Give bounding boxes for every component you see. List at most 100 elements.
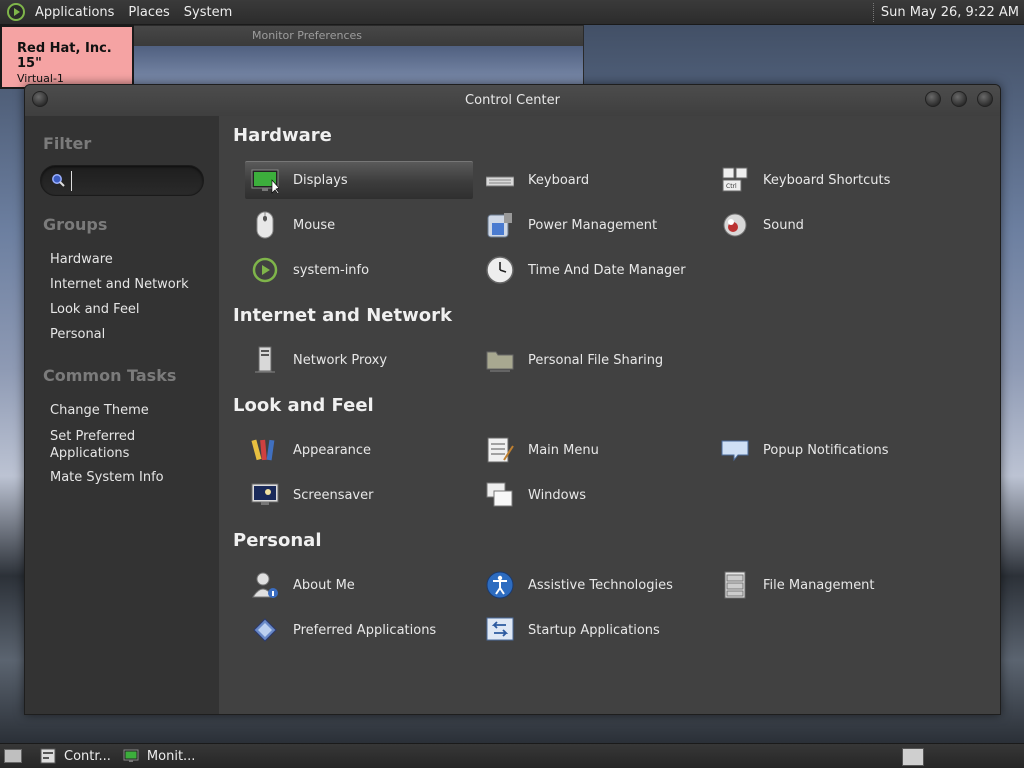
common-tasks-heading: Common Tasks [43,366,177,385]
launcher-about-me[interactable]: About Me [245,566,473,604]
control-center-icon [40,748,56,764]
monitor-label[interactable]: Red Hat, Inc. 15" Virtual-1 [0,25,134,89]
panel-separator [872,2,875,22]
launcher-label: Assistive Technologies [528,577,673,593]
window-title: Control Center [465,93,560,108]
group-hardware-link[interactable]: Hardware [50,252,113,267]
network-proxy-icon [251,346,279,374]
launcher-label: Time And Date Manager [528,262,686,278]
launcher-label: Popup Notifications [763,442,889,458]
display-icon [123,749,139,762]
close-button[interactable] [977,91,993,107]
group-internet-network-link[interactable]: Internet and Network [50,277,189,292]
bottom-panel: Contr... Monit... [0,743,1024,768]
launcher-popup-notifications[interactable]: Popup Notifications [715,431,943,469]
launcher-preferred-applications[interactable]: Preferred Applications [245,611,473,649]
launcher-startup-applications[interactable]: Startup Applications [480,611,708,649]
keyboard-icon [486,166,514,194]
keyboard-shortcuts-icon: Ctrl [721,166,749,194]
launcher-keyboard-shortcuts[interactable]: Ctrl Keyboard Shortcuts [715,161,943,199]
taskbar-label: Contr... [64,748,111,764]
group-look-feel-link[interactable]: Look and Feel [50,302,140,317]
maximize-button[interactable] [951,91,967,107]
launcher-power-management[interactable]: Power Management [480,206,708,244]
launcher-label: Keyboard Shortcuts [763,172,891,188]
launcher-screensaver[interactable]: Screensaver [245,476,473,514]
launcher-label: Startup Applications [528,622,660,638]
launcher-main-menu[interactable]: Main Menu [480,431,708,469]
search-icon [52,174,65,187]
launcher-label: About Me [293,577,355,593]
workspace-switcher-icon[interactable] [902,748,924,766]
mouse-icon [251,211,279,239]
launcher-mouse[interactable]: Mouse [245,206,473,244]
launcher-time-date[interactable]: Time And Date Manager [480,251,708,289]
change-theme-link[interactable]: Change Theme [50,403,149,418]
launcher-sound[interactable]: Sound [715,206,943,244]
monitor-name: Red Hat, Inc. 15" [17,41,112,71]
launcher-keyboard[interactable]: Keyboard [480,161,708,199]
about-me-icon [251,571,279,599]
launcher-label: File Management [763,577,875,593]
control-center-window: Control Center Filter Groups Hardware In… [24,84,1001,715]
main-menu-icon [486,436,514,464]
launcher-label: Screensaver [293,487,374,503]
set-preferred-apps-link[interactable]: Set Preferred Applications [50,428,170,462]
sidebar: Filter Groups Hardware Internet and Netw… [25,116,219,714]
taskbar-button-monitor-preferences[interactable]: Monit... [117,744,202,768]
taskbar-button-control-center[interactable]: Contr... [34,744,117,768]
mate-system-info-link[interactable]: Mate System Info [50,470,164,485]
preferred-apps-icon [251,616,279,644]
launcher-label: Keyboard [528,172,590,188]
places-menu[interactable]: Places [121,0,176,25]
filter-search-box[interactable] [40,165,204,196]
system-menu[interactable]: System [177,0,239,25]
display-icon [251,167,279,195]
taskbar-label: Monit... [146,748,196,764]
screensaver-icon [251,481,279,509]
window-titlebar[interactable]: Control Center [25,85,1000,116]
launcher-label: system-info [293,262,370,278]
launcher-file-management[interactable]: File Management [715,566,943,604]
section-title-hardware: Hardware [233,125,332,146]
startup-icon [486,616,514,644]
launcher-label: Personal File Sharing [528,352,664,368]
appearance-icon [251,436,279,464]
system-info-icon [251,256,279,284]
filter-heading: Filter [43,134,92,153]
applications-menu[interactable]: Applications [28,0,121,25]
svg-text:Ctrl: Ctrl [726,183,737,190]
show-desktop-icon[interactable] [4,749,22,763]
launcher-label: Appearance [293,442,372,458]
launcher-label: Preferred Applications [293,622,437,638]
window-menu-button[interactable] [32,91,48,107]
launcher-label: Power Management [528,217,658,233]
mate-logo-icon[interactable] [7,3,25,21]
section-title-internet-network: Internet and Network [233,305,452,326]
launcher-assistive-technologies[interactable]: Assistive Technologies [480,566,708,604]
launcher-personal-file-sharing[interactable]: Personal File Sharing [480,341,708,379]
file-cabinet-icon [721,571,749,599]
filter-input[interactable] [71,171,195,191]
section-title-personal: Personal [233,530,322,551]
notification-icon [721,436,749,464]
launcher-displays[interactable]: Displays [245,161,473,199]
accessibility-icon [486,571,514,599]
section-title-look-feel: Look and Feel [233,395,374,416]
sound-icon [721,211,749,239]
minimize-button[interactable] [925,91,941,107]
group-personal-link[interactable]: Personal [50,327,105,342]
launcher-network-proxy[interactable]: Network Proxy [245,341,473,379]
launcher-windows[interactable]: Windows [480,476,708,514]
folder-share-icon [486,346,514,374]
content-area: Hardware Displays Keyboard Ctrl Keyboard… [219,116,1000,714]
launcher-system-info[interactable]: system-info [245,251,473,289]
clock-icon [486,256,514,284]
launcher-label: Sound [763,217,804,233]
clock[interactable]: Sun May 26, 9:22 AM [881,5,1024,20]
launcher-label: Main Menu [528,442,599,458]
launcher-appearance[interactable]: Appearance [245,431,473,469]
launcher-label: Displays [293,173,348,188]
launcher-label: Mouse [293,217,336,233]
launcher-label: Windows [528,487,587,503]
